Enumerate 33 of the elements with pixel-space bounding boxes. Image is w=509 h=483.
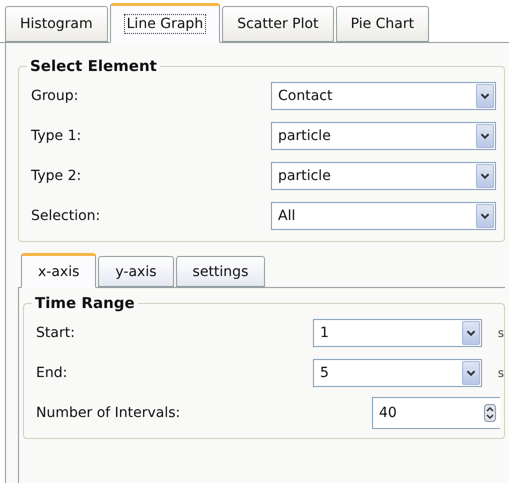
group-title: Select Element xyxy=(29,57,158,75)
tab[interactable]: Histogram xyxy=(5,6,108,42)
field-label: Type 2: xyxy=(31,168,82,184)
unit-label: s xyxy=(496,366,504,380)
field-label: Number of Intervals: xyxy=(36,405,182,421)
tab[interactable]: settings xyxy=(176,256,266,287)
dropdown[interactable]: particle xyxy=(271,122,496,150)
dropdown-value: 5 xyxy=(319,365,330,381)
tab[interactable]: x-axis xyxy=(21,253,96,288)
field-label: Start: xyxy=(36,325,76,341)
dropdown-value: particle xyxy=(277,128,332,144)
group-title: Time Range xyxy=(34,294,136,312)
dropdown-value: particle xyxy=(277,168,332,184)
field-label: Selection: xyxy=(31,208,102,224)
spinner-value: 40 xyxy=(378,405,398,421)
dropdown[interactable]: 1 xyxy=(313,319,482,347)
dropdown-value: All xyxy=(277,208,296,224)
spin-arrows-icon[interactable] xyxy=(484,404,496,422)
dropdown[interactable]: Contact xyxy=(271,82,496,110)
number-spinner[interactable]: 40 xyxy=(372,397,500,429)
field-label: Type 1: xyxy=(31,128,82,144)
tab[interactable]: Line Graph xyxy=(110,3,220,43)
dropdown[interactable]: 5 xyxy=(313,359,482,387)
field-label: Group: xyxy=(31,88,80,104)
tab[interactable]: y-axis xyxy=(98,256,174,287)
dropdown[interactable]: particle xyxy=(271,162,496,190)
dropdown-value: Contact xyxy=(277,88,334,104)
dropdown-value: 1 xyxy=(319,325,330,341)
tab[interactable]: Pie Chart xyxy=(336,6,430,42)
unit-label: s xyxy=(496,326,504,340)
tab[interactable]: Scatter Plot xyxy=(222,6,334,42)
dropdown[interactable]: All xyxy=(271,202,496,230)
field-label: End: xyxy=(36,365,68,381)
